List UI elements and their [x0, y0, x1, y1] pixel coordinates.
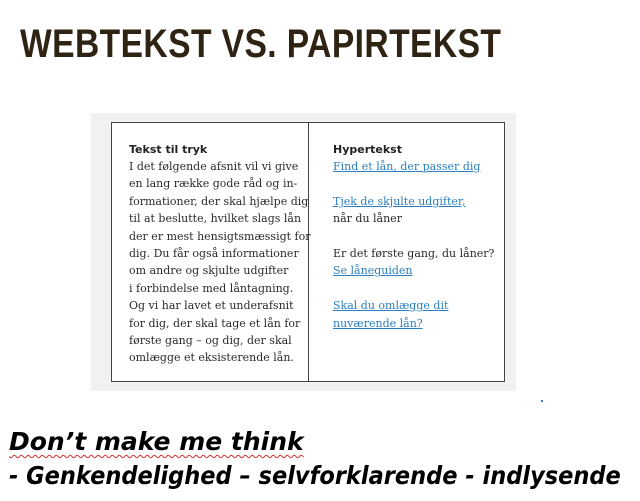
- tagline-secondary: - Genkendelighed – selvforklarende - ind…: [9, 461, 621, 490]
- print-text-page: Tekst til tryk I det følgende afsnit vil…: [112, 123, 311, 381]
- print-text-line: formationer, der skal hjælpe dig: [129, 194, 309, 208]
- when-borrowing-text: når du låner: [333, 212, 402, 226]
- decorative-dot: [541, 400, 543, 402]
- tagline-primary-text: Don’t make me think: [9, 427, 304, 456]
- hypertext-page: Hypertekst Find et lån, der passer dig T…: [309, 123, 504, 381]
- print-text-line: i forbindelse med låntagning.: [129, 281, 294, 295]
- print-text-line: til at beslutte, hvilket slags lån: [129, 212, 302, 226]
- print-text-line: for dig, der skal tage et lån for: [129, 316, 301, 330]
- slide: WEBTEKST VS. PAPIRTEKST Tekst til tryk I…: [0, 0, 640, 501]
- hidden-costs-link[interactable]: Tjek de skjulte udgifter,: [333, 193, 504, 210]
- first-time-question: Er det første gang, du låner?: [333, 247, 495, 260]
- slide-title: WEBTEKST VS. PAPIRTEKST: [20, 22, 502, 66]
- comparison-figure: Tekst til tryk I det følgende afsnit vil…: [91, 113, 516, 391]
- print-text-heading: Tekst til tryk: [129, 143, 208, 156]
- print-text-line: I det følgende afsnit vil vi give: [129, 160, 299, 173]
- print-text-line: omlægge et eksisterende lån.: [129, 351, 294, 365]
- tagline-primary: Don’t make me think: [9, 427, 304, 456]
- loan-guide-link[interactable]: Se låneguiden: [333, 262, 504, 279]
- print-text-line: Og vi har lavet et underafsnit: [129, 299, 294, 313]
- print-text-line: der er mest hensigtsmæssigt for: [129, 229, 311, 243]
- refinance-link-line-1[interactable]: Skal du omlægge dit: [333, 297, 504, 314]
- print-text-line: første gang – og dig, der skal: [129, 334, 292, 348]
- print-text-line: dig. Du får også informationer: [129, 247, 299, 261]
- refinance-link-line-2[interactable]: nuværende lån?: [333, 315, 504, 332]
- hypertext-heading: Hypertekst: [333, 143, 402, 156]
- book-spread: Tekst til tryk I det følgende afsnit vil…: [111, 122, 505, 382]
- print-text-line: en lang række gode råd og in-: [129, 177, 298, 191]
- print-text-line: om andre og skjulte udgifter: [129, 264, 289, 278]
- find-loan-link[interactable]: Find et lån, der passer dig: [333, 158, 504, 175]
